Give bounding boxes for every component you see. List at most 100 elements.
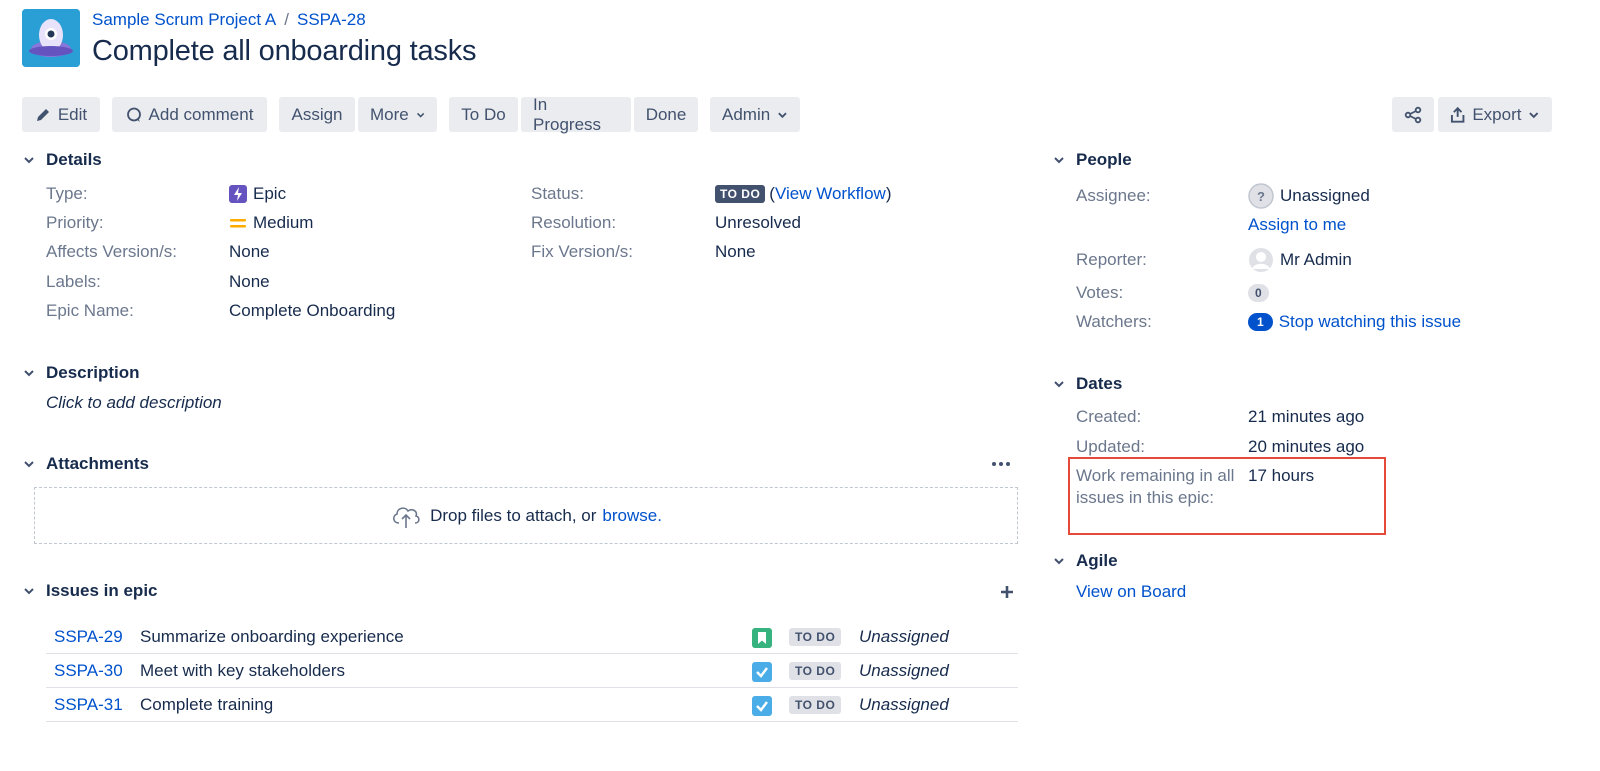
attachments-heading: Attachments <box>46 454 149 473</box>
votes-label: Votes: <box>1076 283 1124 302</box>
story-icon <box>752 628 772 648</box>
breadcrumb-issue-link[interactable]: SSPA-28 <box>297 10 366 30</box>
more-button[interactable]: More <box>358 97 437 132</box>
to-do-transition-button[interactable]: To Do <box>449 97 518 132</box>
status-lozenge: TO DO <box>789 662 842 680</box>
admin-button[interactable]: Admin <box>710 97 800 132</box>
assignee-value[interactable]: ? Unassigned <box>1248 183 1370 209</box>
in-progress-transition-button[interactable]: In Progress <box>521 94 631 134</box>
assign-to-me-link[interactable]: Assign to me <box>1248 215 1346 235</box>
reporter-value[interactable]: Mr Admin <box>1248 247 1352 273</box>
description-section-toggle[interactable]: Description <box>22 363 140 383</box>
watchers-count-badge: 1 <box>1248 313 1273 331</box>
affects-version-value[interactable]: None <box>229 242 270 262</box>
reporter-label: Reporter: <box>1076 250 1147 269</box>
view-workflow-link[interactable]: View Workflow <box>775 184 886 204</box>
pencil-icon <box>36 108 49 121</box>
chevron-down-icon <box>1054 558 1064 565</box>
drop-files-text: Drop files to attach, or <box>430 505 597 525</box>
description-heading: Description <box>46 363 140 382</box>
details-heading: Details <box>46 150 102 169</box>
breadcrumb-separator: / <box>284 10 289 29</box>
attachment-dropzone[interactable]: Drop files to attach, or browse. <box>34 487 1018 544</box>
votes-value[interactable]: 0 <box>1248 284 1269 302</box>
done-transition-button[interactable]: Done <box>634 97 698 132</box>
people-section-toggle[interactable]: People <box>1052 150 1132 170</box>
add-issue-button[interactable] <box>998 583 1016 606</box>
export-icon <box>1450 106 1465 123</box>
export-button[interactable]: Export <box>1438 97 1552 132</box>
chevron-down-icon <box>1529 111 1539 118</box>
chevron-down-icon <box>24 461 34 468</box>
edit-button[interactable]: Edit <box>22 97 100 132</box>
epic-name-value[interactable]: Complete Onboarding <box>229 301 395 321</box>
chevron-down-icon <box>24 588 34 595</box>
plus-icon <box>1001 586 1013 598</box>
agile-heading: Agile <box>1076 551 1118 570</box>
share-icon <box>1404 106 1422 123</box>
watchers-value[interactable]: 1 Stop watching this issue <box>1248 312 1461 332</box>
in-progress-button-label: In Progress <box>533 94 602 134</box>
details-section-toggle[interactable]: Details <box>22 150 102 170</box>
attachments-more-button[interactable] <box>990 456 1012 477</box>
issue-summary[interactable]: Complete training <box>140 695 273 715</box>
issue-summary[interactable]: Meet with key stakeholders <box>140 661 345 681</box>
browse-link[interactable]: browse. <box>602 506 662 526</box>
done-button-label: Done <box>645 104 687 124</box>
assignee-label: Assignee: <box>1076 186 1151 205</box>
created-value: 21 minutes ago <box>1248 407 1365 426</box>
votes-count-badge: 0 <box>1248 284 1269 302</box>
type-value-text: Epic <box>253 184 287 203</box>
issue-key-link[interactable]: SSPA-29 <box>54 627 123 647</box>
updated-label: Updated: <box>1076 437 1145 456</box>
dates-section-toggle[interactable]: Dates <box>1052 374 1122 394</box>
attachments-section-toggle[interactable]: Attachments <box>22 454 149 474</box>
labels-value[interactable]: None <box>229 272 270 292</box>
reporter-value-text: Mr Admin <box>1280 250 1352 269</box>
issues-in-epic-heading: Issues in epic <box>46 581 158 600</box>
epic-name-label: Epic Name: <box>46 301 134 320</box>
issue-summary[interactable]: Summarize onboarding experience <box>140 627 404 647</box>
table-row[interactable]: SSPA-30 Meet with key stakeholders TO DO… <box>46 654 1018 688</box>
description-placeholder[interactable]: Click to add description <box>46 393 222 413</box>
status-label: Status: <box>531 184 584 203</box>
add-comment-button[interactable]: Add comment <box>112 97 267 132</box>
fix-version-value[interactable]: None <box>715 242 756 262</box>
agile-section-toggle[interactable]: Agile <box>1052 551 1118 571</box>
issues-in-epic-section-toggle[interactable]: Issues in epic <box>22 581 158 601</box>
avatar <box>1249 248 1273 272</box>
chevron-down-icon <box>416 112 425 118</box>
table-row[interactable]: SSPA-29 Summarize onboarding experience … <box>46 620 1018 654</box>
cloud-upload-icon <box>393 506 420 528</box>
status-value: TO DO (View Workflow) <box>715 184 891 204</box>
issue-assignee: Unassigned <box>859 627 949 646</box>
stop-watching-link[interactable]: Stop watching this issue <box>1279 312 1461 332</box>
svg-text:?: ? <box>1257 189 1265 204</box>
more-button-label: More <box>370 104 409 124</box>
priority-value[interactable]: Medium <box>229 213 313 233</box>
assignee-value-text: Unassigned <box>1280 186 1370 205</box>
priority-label: Priority: <box>46 213 104 232</box>
medium-priority-icon <box>230 219 246 228</box>
priority-value-text: Medium <box>253 213 314 232</box>
assign-button[interactable]: Assign <box>279 97 355 132</box>
watchers-label: Watchers: <box>1076 312 1152 331</box>
page-title: Complete all onboarding tasks <box>92 35 477 67</box>
share-button[interactable] <box>1392 97 1434 132</box>
breadcrumb-project-link[interactable]: Sample Scrum Project A <box>92 10 276 30</box>
view-on-board-link[interactable]: View on Board <box>1076 582 1186 602</box>
project-avatar[interactable] <box>22 9 80 67</box>
issue-key-link[interactable]: SSPA-30 <box>54 661 123 681</box>
type-value[interactable]: Epic <box>229 184 286 204</box>
table-row[interactable]: SSPA-31 Complete training TO DO Unassign… <box>46 688 1018 722</box>
chevron-down-icon <box>1054 381 1064 388</box>
status-lozenge: TO DO <box>715 185 766 203</box>
updated-value: 20 minutes ago <box>1248 437 1365 456</box>
resolution-value: Unresolved <box>715 213 801 232</box>
people-heading: People <box>1076 150 1132 169</box>
export-button-label: Export <box>1472 104 1522 124</box>
task-icon <box>752 696 772 716</box>
comment-icon <box>126 107 141 122</box>
issue-key-link[interactable]: SSPA-31 <box>54 695 123 715</box>
chevron-down-icon <box>24 370 34 377</box>
